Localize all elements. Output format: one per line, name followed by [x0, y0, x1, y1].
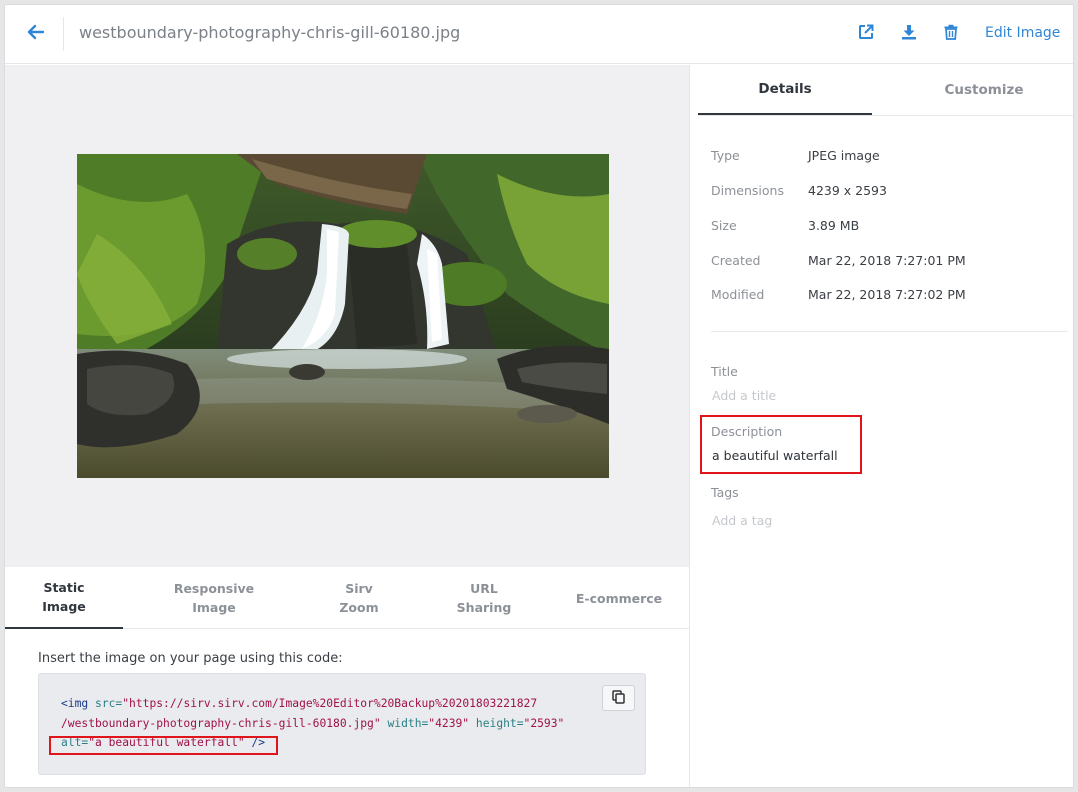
tab-label: Static Image — [42, 580, 86, 614]
code-line-1: <img src="https://sirv.sirv.com/Image%20… — [61, 694, 645, 714]
detail-value-type: JPEG image — [808, 148, 880, 163]
code-height-attr: height= — [475, 716, 524, 730]
tab-details[interactable]: Details — [698, 65, 872, 115]
code-width-value: "4239" — [428, 716, 470, 730]
code-src-value-cont: /westboundary-photography-chris-gill-601… — [61, 716, 381, 730]
tab-sirv-zoom[interactable]: Sirv Zoom — [300, 567, 418, 629]
tab-label: Sirv Zoom — [339, 581, 379, 615]
tab-customize[interactable]: Customize — [897, 65, 1071, 115]
copy-icon — [612, 689, 625, 708]
code-height-value: "2593" — [523, 716, 565, 730]
copy-code-button[interactable] — [602, 685, 635, 711]
tab-label: E-commerce — [575, 590, 663, 606]
tab-e-commerce[interactable]: E-commerce — [560, 567, 678, 629]
embed-instructions: Insert the image on your page using this… — [38, 651, 343, 666]
trash-icon — [943, 24, 959, 44]
title-input[interactable]: Add a title — [712, 388, 776, 403]
detail-label-dimensions: Dimensions — [711, 183, 784, 198]
tags-label: Tags — [711, 485, 739, 500]
delete-button[interactable] — [941, 24, 961, 44]
tab-url-sharing[interactable]: URL Sharing — [425, 567, 543, 629]
detail-value-created: Mar 22, 2018 7:27:01 PM — [808, 253, 966, 268]
tab-static-image[interactable]: Static Image — [5, 567, 123, 629]
embed-code-block[interactable]: <img src="https://sirv.sirv.com/Image%20… — [38, 673, 646, 775]
back-button[interactable] — [25, 23, 47, 45]
code-line-2: /westboundary-photography-chris-gill-601… — [61, 714, 645, 734]
detail-label-type: Type — [711, 148, 740, 163]
waterfall-photo — [77, 154, 609, 478]
code-src-value: "https://sirv.sirv.com/Image%20Editor%20… — [122, 697, 538, 710]
open-external-button[interactable] — [856, 24, 876, 44]
embed-code-tabs: Static Image Responsive Image Sirv Zoom … — [5, 567, 689, 629]
details-panel: Details Customize Type JPEG image Dimens… — [689, 65, 1073, 787]
tags-input[interactable]: Add a tag — [712, 513, 772, 528]
detail-value-dimensions: 4239 x 2593 — [808, 183, 887, 198]
header-bar: westboundary-photography-chris-gill-6018… — [5, 5, 1073, 64]
detail-label-size: Size — [711, 218, 737, 233]
file-name-title: westboundary-photography-chris-gill-6018… — [79, 23, 461, 42]
tab-label: Responsive Image — [173, 581, 255, 615]
tab-label: URL Sharing — [456, 581, 512, 615]
tab-responsive-image[interactable]: Responsive Image — [155, 567, 273, 629]
detail-label-created: Created — [711, 253, 761, 268]
code-tag-open: <img — [61, 697, 89, 710]
header-divider — [63, 17, 64, 51]
detail-label-modified: Modified — [711, 287, 765, 302]
external-link-icon — [858, 24, 874, 44]
download-icon — [901, 24, 917, 44]
tabs-divider — [698, 115, 1073, 116]
code-src-attr: src= — [95, 697, 123, 710]
alt-attribute-highlight — [49, 736, 278, 755]
title-label: Title — [711, 364, 738, 379]
details-divider — [711, 331, 1068, 332]
arrow-left-icon — [27, 24, 45, 44]
code-width-attr: width= — [387, 716, 429, 730]
image-details-window: westboundary-photography-chris-gill-6018… — [4, 4, 1074, 788]
edit-image-link[interactable]: Edit Image — [985, 25, 1060, 41]
image-preview-area — [5, 65, 689, 567]
download-button[interactable] — [899, 24, 919, 44]
description-highlight — [700, 415, 862, 474]
detail-value-size: 3.89 MB — [808, 218, 860, 233]
detail-value-modified: Mar 22, 2018 7:27:02 PM — [808, 287, 966, 302]
